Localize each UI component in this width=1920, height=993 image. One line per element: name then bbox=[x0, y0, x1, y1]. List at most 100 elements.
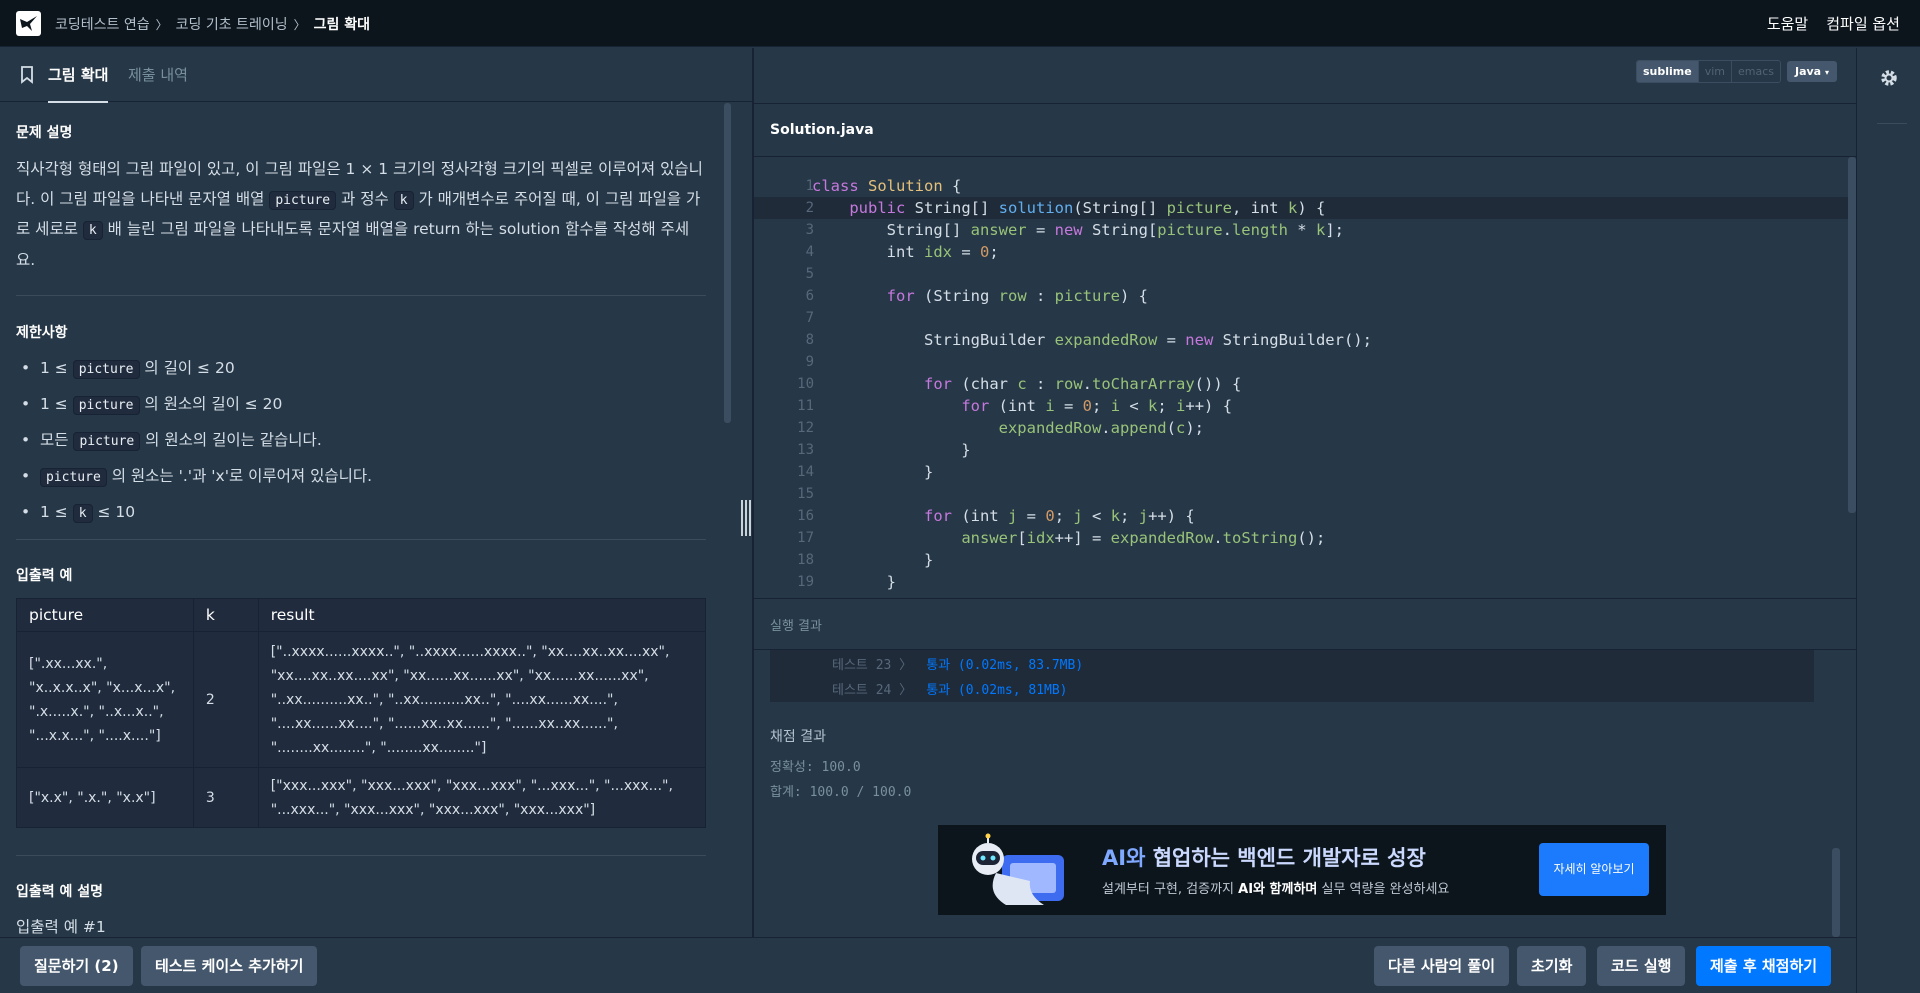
compile-options-link[interactable]: 컴파일 옵션 bbox=[1826, 13, 1900, 34]
code-text: expandedRow.append(c); bbox=[998, 419, 1204, 437]
editor-toolbar: sublime vim emacs Java ▾ bbox=[754, 48, 1856, 102]
test-status: 통과 (0.02ms, 83.7MB) bbox=[926, 658, 1084, 673]
tab-problem[interactable]: 그림 확대 bbox=[48, 64, 109, 104]
vertical-resize-handle-icon[interactable] bbox=[741, 500, 751, 536]
bookmark-icon[interactable] bbox=[20, 66, 34, 88]
left-scrollbar[interactable] bbox=[724, 103, 731, 423]
programmers-logo-icon[interactable] bbox=[16, 11, 41, 36]
constraint-text: 1 ≤ bbox=[40, 359, 73, 377]
code-line: 16 for (int j = 0; j < k; j++) { bbox=[754, 505, 1848, 527]
constraint-text: 1 ≤ bbox=[40, 395, 73, 413]
ad-banner[interactable]: AI와 협업하는 백엔드 개발자로 성장 설계부터 구현, 검증까지 AI와 함… bbox=[938, 825, 1666, 915]
problem-tabs: 그림 확대 제출 내역 bbox=[0, 48, 752, 104]
submit-button[interactable]: 제출 후 채점하기 bbox=[1696, 946, 1832, 986]
constraint-item: 1 ≤ picture 의 원소의 길이 ≤ 20 bbox=[0, 387, 706, 423]
code-line: 15 bbox=[754, 483, 1848, 505]
run-result-title: 실행 결과 bbox=[770, 619, 822, 634]
code-line: 9 bbox=[754, 351, 1848, 373]
code-text: for (String row : picture) { bbox=[886, 287, 1148, 305]
code-text: } bbox=[812, 551, 934, 569]
banner-learn-more-button[interactable]: 자세히 알아보기 bbox=[1539, 843, 1649, 896]
code-inline: picture bbox=[40, 468, 107, 487]
keymap-emacs[interactable]: emacs bbox=[1732, 61, 1781, 82]
code-line: 18 } bbox=[754, 549, 1848, 571]
constraints-title: 제한사항 bbox=[16, 325, 68, 341]
constraints-list: 1 ≤ picture 의 길이 ≤ 20 1 ≤ picture 의 원소의 … bbox=[0, 351, 706, 531]
table-header-result: result bbox=[257, 598, 707, 632]
run-result-header: 실행 결과 bbox=[754, 598, 1856, 650]
banner-title-highlight: AI와 bbox=[1102, 846, 1153, 870]
constraint-text: 의 원소의 길이는 같습니다. bbox=[140, 431, 322, 449]
constraint-item: 1 ≤ picture 의 길이 ≤ 20 bbox=[0, 351, 706, 387]
keymap-sublime[interactable]: sublime bbox=[1637, 61, 1699, 82]
editor-scrollbar[interactable] bbox=[1848, 157, 1856, 513]
chevron-right-icon: 〉 bbox=[155, 17, 168, 32]
banner-title: AI와 협업하는 백엔드 개발자로 성장 bbox=[1102, 842, 1426, 872]
code-text: } bbox=[812, 441, 971, 459]
io-description-title: 입출력 예 설명 bbox=[16, 884, 104, 900]
others-solutions-button[interactable]: 다른 사람의 풀이 bbox=[1374, 946, 1510, 986]
code-inline: picture bbox=[72, 360, 140, 379]
code-editor[interactable]: 1 class Solution { 2 public String[] solu… bbox=[754, 157, 1856, 597]
breadcrumb-item-training[interactable]: 코딩 기초 트레이닝 bbox=[176, 14, 288, 34]
problem-description-pane[interactable]: 문제 설명 직사각형 형태의 그림 파일이 있고, 이 그림 파일은 1 × 1… bbox=[0, 103, 752, 937]
code-line: 11 for (int i = 0; i < k; i++) { bbox=[754, 395, 1848, 417]
io-examples-title: 입출력 예 bbox=[16, 568, 73, 584]
code-line: 19 } bbox=[754, 571, 1848, 593]
test-label: 테스트 23 〉 bbox=[832, 658, 913, 673]
action-footer: 질문하기 (2) 테스트 케이스 추가하기 다른 사람의 풀이 초기화 코드 실… bbox=[0, 937, 1856, 993]
tab-submissions[interactable]: 제출 내역 bbox=[128, 64, 188, 85]
table-cell-k: 2 bbox=[192, 631, 259, 768]
code-line: 10 for (char c : row.toCharArray()) { bbox=[754, 373, 1848, 395]
code-line: 5 bbox=[754, 263, 1848, 285]
banner-subtitle-highlight: AI와 함께하며 bbox=[1238, 882, 1318, 897]
code-text: for (int j = 0; j < k; j++) { bbox=[923, 507, 1195, 525]
test-result-box: 테스트 23 〉 통과 (0.02ms, 83.7MB) 테스트 24 〉 통과 (… bbox=[770, 650, 1814, 702]
banner-subtitle-text: 설계부터 구현, 검증까지 bbox=[1102, 882, 1239, 897]
breadcrumb-item-current: 그림 확대 bbox=[313, 17, 371, 33]
language-select[interactable]: Java ▾ bbox=[1787, 61, 1837, 82]
code-text: String[] answer = new String[picture.len… bbox=[812, 221, 1344, 239]
result-scrollbar[interactable] bbox=[1832, 848, 1840, 937]
constraint-item: 모든 picture 의 원소의 길이는 같습니다. bbox=[0, 423, 706, 459]
line-number: 9 bbox=[805, 354, 814, 370]
add-test-case-button[interactable]: 테스트 케이스 추가하기 bbox=[141, 946, 318, 986]
reset-button[interactable]: 초기화 bbox=[1517, 946, 1587, 986]
test-result-row: 테스트 23 〉 통과 (0.02ms, 83.7MB) bbox=[832, 654, 1083, 673]
code-text: for (int i = 0; i < k; i++) { bbox=[961, 397, 1233, 415]
code-line: 14 } bbox=[754, 461, 1848, 483]
settings-gear-icon[interactable] bbox=[1879, 68, 1899, 92]
line-number: 15 bbox=[797, 486, 814, 502]
right-rail bbox=[1856, 48, 1920, 993]
ask-question-button[interactable]: 질문하기 (2) bbox=[20, 946, 133, 986]
code-text: class Solution { bbox=[812, 177, 962, 195]
keymap-vim[interactable]: vim bbox=[1698, 61, 1732, 82]
test-label: 테스트 24 〉 bbox=[832, 683, 913, 698]
code-text: for (char c : row.toCharArray()) { bbox=[923, 375, 1242, 393]
table-cell-result: ["xxx...xxx", "xxx...xxx", "xxx...xxx", … bbox=[257, 767, 707, 828]
table-cell-picture: ["x.x", ".x.", "x.x"] bbox=[16, 767, 194, 828]
grade-title: 채점 결과 bbox=[770, 729, 826, 745]
description-text-part: 배 늘린 그림 파일을 나타내도록 문자열 배열을 return 하는 solu… bbox=[16, 220, 690, 269]
editor-file-tab-bar: Solution.java bbox=[754, 103, 1856, 157]
keymap-selector[interactable]: sublime vim emacs bbox=[1636, 60, 1782, 83]
constraint-text: 1 ≤ bbox=[40, 503, 73, 521]
description-text: 직사각형 형태의 그림 파일이 있고, 이 그림 파일은 1 × 1 크기의 정… bbox=[16, 155, 706, 275]
test-result-row: 테스트 24 〉 통과 (0.02ms, 81MB) bbox=[832, 679, 1068, 698]
code-text: answer[idx++] = expandedRow.toString(); bbox=[961, 529, 1326, 547]
code-line: 2 public String[] solution(String[] pict… bbox=[754, 197, 1848, 219]
code-k: k bbox=[82, 221, 103, 240]
code-line: 17 answer[idx++] = expandedRow.toString(… bbox=[754, 527, 1848, 549]
code-line: 4 int idx = 0; bbox=[754, 241, 1848, 263]
caret-down-icon: ▾ bbox=[1824, 68, 1829, 77]
table-cell-result: ["..xxxx......xxxx..", "..xxxx......xxxx… bbox=[257, 631, 707, 768]
run-code-button[interactable]: 코드 실행 bbox=[1597, 946, 1686, 986]
code-line: 6 for (String row : picture) { bbox=[754, 285, 1848, 307]
code-line: 3 String[] answer = new String[picture.l… bbox=[754, 219, 1848, 241]
line-number: 7 bbox=[805, 310, 814, 326]
code-text: int idx = 0; bbox=[886, 243, 999, 261]
code-inline: picture bbox=[72, 396, 140, 415]
breadcrumb-item-practice[interactable]: 코딩테스트 연습 bbox=[55, 14, 150, 34]
file-tab[interactable]: Solution.java bbox=[770, 122, 874, 138]
help-link[interactable]: 도움말 bbox=[1767, 13, 1808, 34]
